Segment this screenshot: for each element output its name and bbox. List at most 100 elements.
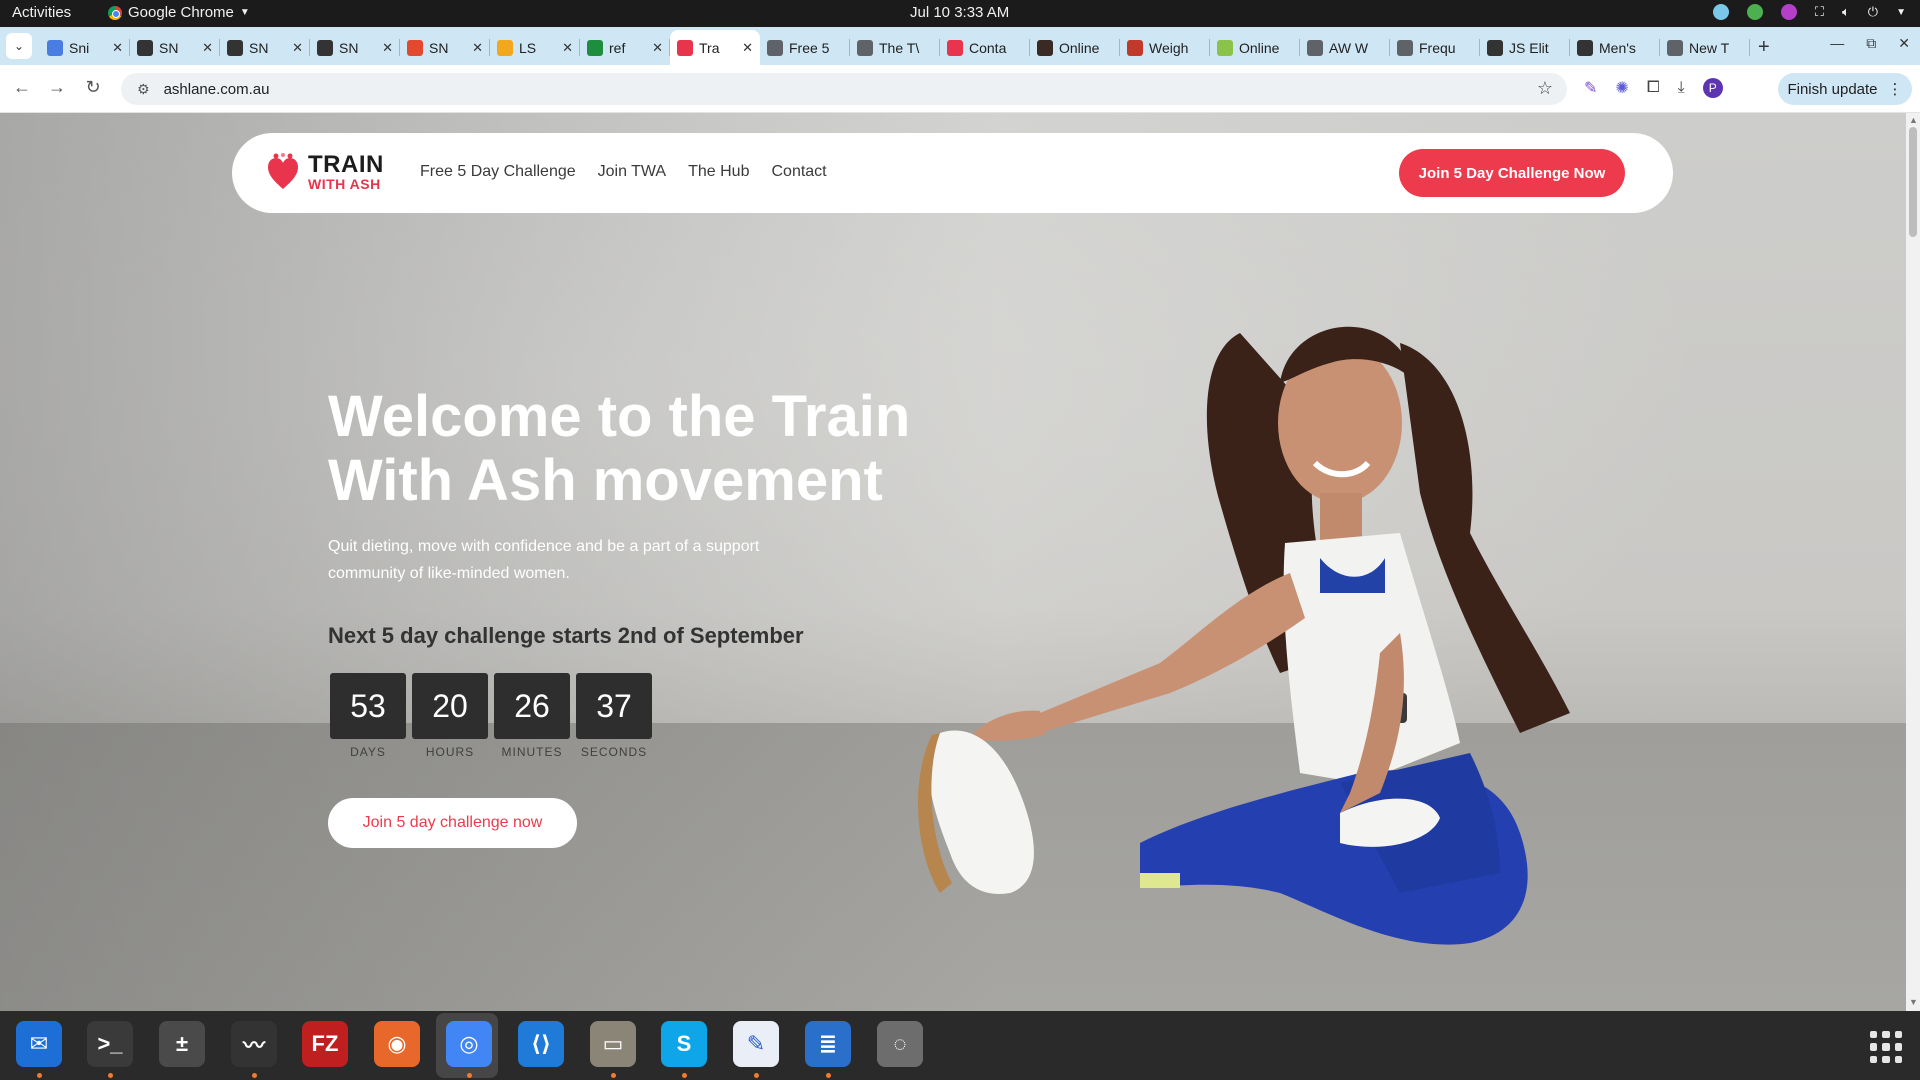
system-monitor-icon[interactable]: 〰 (231, 1021, 277, 1067)
browser-tab[interactable]: New T (1660, 30, 1750, 65)
join-challenge-header-button[interactable]: Join 5 Day Challenge Now (1399, 149, 1625, 197)
tab-close-icon[interactable]: ✕ (562, 40, 573, 56)
browser-tab[interactable]: LS ✕ (490, 30, 580, 65)
restore-icon[interactable]: ⧉ (1866, 35, 1876, 52)
page-scrollbar[interactable]: ▲ ▼ (1906, 113, 1920, 1011)
url-text[interactable]: ashlane.com.au (164, 81, 270, 98)
reload-icon[interactable]: ↻ (81, 77, 105, 98)
tab-close-icon[interactable]: ✕ (742, 40, 753, 56)
nav-link-free-challenge[interactable]: Free 5 Day Challenge (420, 163, 576, 181)
browser-tab[interactable]: Free 5 (760, 30, 850, 65)
address-bar[interactable]: ⚙ ashlane.com.au ☆ (121, 73, 1567, 105)
browser-tab[interactable]: JS Elit (1480, 30, 1570, 65)
tab-close-icon[interactable]: ✕ (202, 40, 213, 56)
pen-extension-icon[interactable]: ✎ (1584, 78, 1597, 98)
avatar[interactable]: P (1702, 78, 1723, 98)
browser-tab[interactable]: Online (1030, 30, 1120, 65)
scroll-up-icon[interactable]: ▲ (1909, 115, 1918, 125)
color-app-icon[interactable] (1780, 4, 1797, 20)
countdown-minutes: 26 MINUTES (494, 673, 570, 759)
tab-favicon-icon (407, 39, 423, 56)
nav-link-the-hub[interactable]: The Hub (688, 163, 749, 181)
libreoffice-writer-icon[interactable]: ≣ (805, 1021, 851, 1067)
app-menu-label: Google Chrome (128, 4, 234, 21)
filezilla-icon[interactable]: FZ (302, 1021, 348, 1067)
status-app-icon[interactable] (1712, 4, 1729, 20)
calculator-icon[interactable]: ± (159, 1021, 205, 1067)
browser-tab[interactable]: Tra ✕ (670, 30, 760, 65)
firefox-icon[interactable]: ◉ (374, 1021, 420, 1067)
chevron-down-icon[interactable]: ▼ (1896, 7, 1906, 18)
thunderbird-icon[interactable]: ✉ (16, 1021, 62, 1067)
running-indicator (252, 1073, 257, 1078)
tab-label: SN (429, 39, 449, 56)
puzzle-icon[interactable]: ⧠ (1647, 79, 1660, 97)
tab-favicon-icon (137, 39, 153, 56)
browser-tab[interactable]: SN ✕ (130, 30, 220, 65)
tab-favicon-icon (1037, 39, 1053, 56)
download-icon[interactable]: ⤓ (1678, 79, 1685, 97)
browser-tab[interactable]: SN ✕ (310, 30, 400, 65)
nav-link-join-twa[interactable]: Join TWA (598, 163, 666, 181)
power-icon[interactable]: ⏻ (1868, 4, 1878, 20)
files-icon[interactable]: ▭ (590, 1021, 636, 1067)
countdown-label: MINUTES (501, 745, 563, 759)
countdown-hours: 20 HOURS (412, 673, 488, 759)
skype-icon[interactable]: S (661, 1021, 707, 1067)
challenge-start-text: Next 5 day challenge starts 2nd of Septe… (328, 623, 804, 648)
volume-icon[interactable]: 🔈︎ (1842, 4, 1850, 20)
join-challenge-hero-button[interactable]: Join 5 day challenge now (328, 798, 577, 848)
browser-tab[interactable]: AW W (1300, 30, 1390, 65)
browser-tab[interactable]: SN ✕ (400, 30, 490, 65)
countdown-label: SECONDS (580, 745, 648, 759)
browser-tab[interactable]: ref ✕ (580, 30, 670, 65)
nav-link-contact[interactable]: Contact (771, 163, 826, 181)
tab-close-icon[interactable]: ✕ (382, 40, 393, 56)
network-icon[interactable]: ⛶ (1815, 4, 1824, 20)
countdown-label: DAYS (350, 745, 386, 759)
browser-tab[interactable]: Sni ✕ (40, 30, 130, 65)
browser-tab[interactable]: Online (1210, 30, 1300, 65)
browser-tab[interactable]: The T\ (850, 30, 940, 65)
minimize-icon[interactable]: — (1830, 35, 1844, 52)
forward-icon[interactable]: → (45, 77, 69, 98)
browser-tab[interactable]: SN ✕ (220, 30, 310, 65)
new-tab-icon[interactable]: + (1758, 36, 1770, 65)
terminal-icon[interactable]: >_ (87, 1021, 133, 1067)
check-app-icon[interactable] (1746, 4, 1763, 20)
tab-close-icon[interactable]: ✕ (472, 40, 483, 56)
tab-label: ref (609, 39, 626, 56)
back-icon[interactable]: ← (10, 77, 34, 98)
activities-button[interactable]: Activities (12, 4, 71, 21)
vscode-icon[interactable]: ⟨⟩ (518, 1021, 564, 1067)
show-apps-icon[interactable] (1870, 1031, 1902, 1063)
tab-label: Conta (969, 39, 1007, 56)
bookmark-star-icon[interactable]: ☆ (1537, 78, 1553, 99)
app-menu[interactable]: Google Chrome ▼ (108, 4, 250, 21)
browser-tab[interactable]: Weigh (1120, 30, 1210, 65)
tab-search-button[interactable]: ⌄ (6, 33, 32, 59)
chrome-icon[interactable]: ◎ (446, 1021, 492, 1067)
finish-update-button[interactable]: Finish update ⋮ (1778, 73, 1912, 105)
running-indicator (467, 1073, 472, 1078)
clock[interactable]: Jul 10 3:33 AM (910, 4, 1009, 21)
site-info-icon[interactable]: ⚙ (137, 81, 150, 98)
site-logo[interactable]: TRAIN WITH ASH (266, 153, 384, 191)
tab-label: Online (1059, 39, 1100, 56)
tab-favicon-icon (1127, 39, 1143, 56)
tab-close-icon[interactable]: ✕ (112, 40, 123, 56)
browser-tab[interactable]: Men's (1570, 30, 1660, 65)
text-editor-icon[interactable]: ✎ (733, 1021, 779, 1067)
scrollbar-thumb[interactable] (1909, 127, 1917, 237)
tab-favicon-icon (677, 39, 693, 56)
browser-tab[interactable]: Conta (940, 30, 1030, 65)
disk-icon[interactable]: ◌ (877, 1021, 923, 1067)
tab-close-icon[interactable]: ✕ (292, 40, 303, 56)
countdown-days: 53 DAYS (330, 673, 406, 759)
tab-close-icon[interactable]: ✕ (652, 40, 663, 56)
gear-extension-icon[interactable]: ✺ (1615, 78, 1628, 98)
scroll-down-icon[interactable]: ▼ (1909, 997, 1918, 1007)
browser-tab[interactable]: Frequ (1390, 30, 1480, 65)
countdown-value: 20 (412, 673, 488, 739)
close-icon[interactable]: ✕ (1898, 35, 1910, 52)
